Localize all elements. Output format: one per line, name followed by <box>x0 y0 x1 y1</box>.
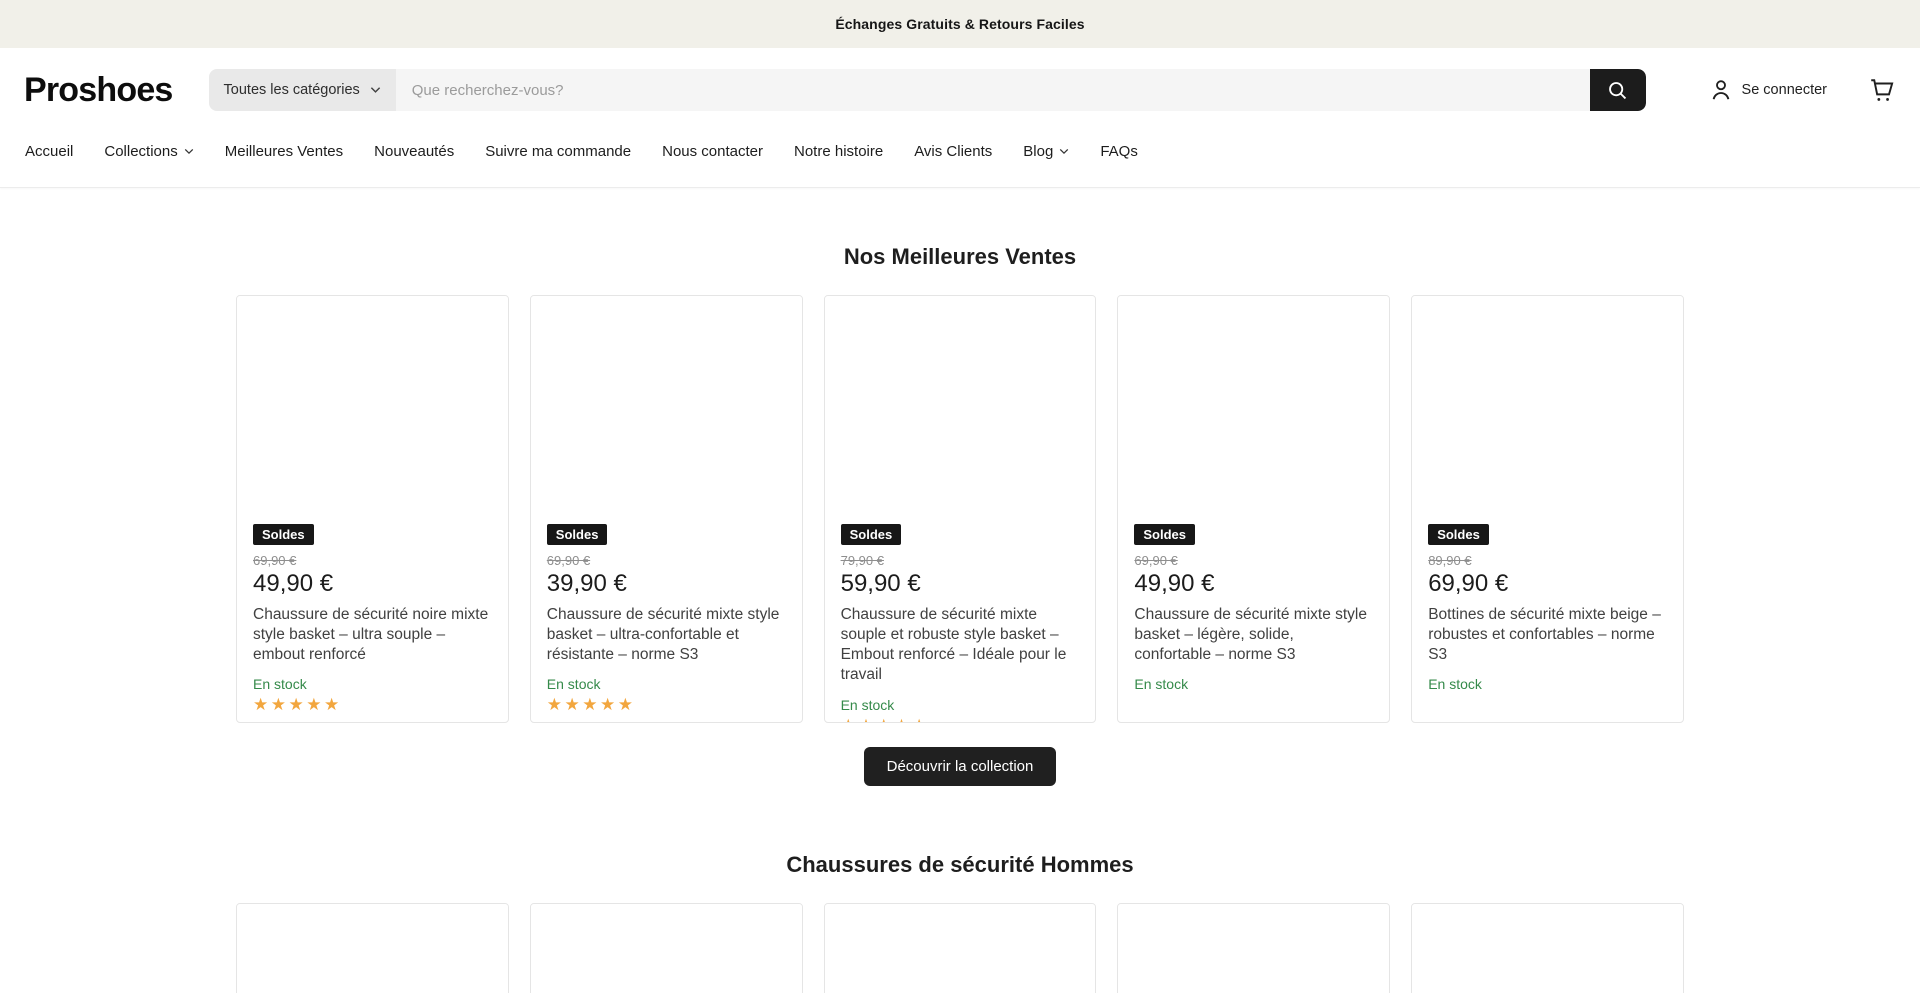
price: 59,90 € <box>841 570 1080 598</box>
collection-button-row: Découvrir la collection <box>0 747 1920 786</box>
nav-item-label: Avis Clients <box>914 143 992 160</box>
product-image <box>531 296 802 524</box>
product-image <box>237 904 508 993</box>
price: 49,90 € <box>253 570 492 598</box>
stock-status: En stock <box>1428 676 1667 692</box>
logo[interactable]: Proshoes <box>24 71 173 110</box>
product-card-body: Soldes 69,90 € 49,90 € Chaussure de sécurit… <box>1118 524 1389 706</box>
chevron-down-icon <box>184 148 194 155</box>
section-title-best-sellers: Nos Meilleures Ventes <box>0 244 1920 270</box>
old-price: 89,90 € <box>1428 553 1667 568</box>
nav-item-avis-clients[interactable]: Avis Clients <box>914 143 992 160</box>
product-card[interactable] <box>530 903 803 993</box>
product-card[interactable] <box>1411 903 1684 993</box>
product-image <box>825 296 1096 524</box>
nav-item-label: Nouveautés <box>374 143 454 160</box>
product-card-body: Soldes 69,90 € 39,90 € Chaussure de sécurit… <box>531 524 802 723</box>
sale-badge: Soldes <box>253 524 314 545</box>
men-shoes-grid <box>236 903 1684 993</box>
stock-status: En stock <box>841 697 1080 713</box>
product-card[interactable]: Soldes 89,90 € 69,90 € Bottines de sécurité… <box>1411 295 1684 723</box>
product-card[interactable]: Soldes 69,90 € 49,90 € Chaussure de sécurit… <box>236 295 509 723</box>
product-card[interactable]: Soldes 69,90 € 49,90 € Chaussure de sécurit… <box>1117 295 1390 723</box>
cart-button[interactable] <box>1867 76 1896 105</box>
sale-badge: Soldes <box>841 524 902 545</box>
nav-item-nouveaut-s[interactable]: Nouveautés <box>374 143 454 160</box>
nav-item-label: Accueil <box>25 143 73 160</box>
nav-item-collections[interactable]: Collections <box>104 143 193 160</box>
nav-item-label: Blog <box>1023 143 1053 160</box>
nav-item-meilleures-ventes[interactable]: Meilleures Ventes <box>225 143 343 160</box>
old-price: 69,90 € <box>1134 553 1373 568</box>
discover-collection-button[interactable]: Découvrir la collection <box>864 747 1057 786</box>
search-input[interactable] <box>396 69 1590 111</box>
price: 49,90 € <box>1134 570 1373 598</box>
product-image <box>1412 296 1683 524</box>
sale-badge: Soldes <box>1428 524 1489 545</box>
chevron-down-icon <box>370 86 381 94</box>
product-image <box>1118 904 1389 993</box>
product-title[interactable]: Chaussure de sécurité noire mixte style … <box>253 605 492 665</box>
sale-badge: Soldes <box>1134 524 1195 545</box>
nav-item-label: Suivre ma commande <box>485 143 631 160</box>
stock-status: En stock <box>547 676 786 692</box>
search-icon <box>1606 79 1629 102</box>
nav-item-notre-histoire[interactable]: Notre histoire <box>794 143 883 160</box>
product-title[interactable]: Chaussure de sécurité mixte souple et ro… <box>841 605 1080 686</box>
product-card[interactable] <box>1117 903 1390 993</box>
star-rating: ★★★★★ <box>253 695 492 715</box>
stock-status: En stock <box>253 676 492 692</box>
nav-item-faqs[interactable]: FAQs <box>1100 143 1138 160</box>
nav-item-label: FAQs <box>1100 143 1138 160</box>
nav-item-label: Notre histoire <box>794 143 883 160</box>
product-card[interactable]: Soldes 79,90 € 59,90 € Chaussure de sécurit… <box>824 295 1097 723</box>
product-image <box>1118 296 1389 524</box>
category-select-label: Toutes les catégories <box>224 82 360 98</box>
nav-item-nous-contacter[interactable]: Nous contacter <box>662 143 763 160</box>
stock-status: En stock <box>1134 676 1373 692</box>
chevron-down-icon <box>1059 148 1069 155</box>
login-link[interactable]: Se connecter <box>1708 77 1827 103</box>
sale-badge: Soldes <box>547 524 608 545</box>
section-title-men-shoes: Chaussures de sécurité Hommes <box>0 852 1920 878</box>
announcement-bar: Échanges Gratuits & Retours Faciles <box>0 0 1920 48</box>
search-button[interactable] <box>1590 69 1646 111</box>
category-select[interactable]: Toutes les catégories <box>209 69 396 111</box>
nav-item-label: Nous contacter <box>662 143 763 160</box>
product-card-body: Soldes 89,90 € 69,90 € Bottines de sécurité… <box>1412 524 1683 706</box>
nav-item-label: Collections <box>104 143 177 160</box>
nav-item-suivre-ma-commande[interactable]: Suivre ma commande <box>485 143 631 160</box>
product-card[interactable] <box>236 903 509 993</box>
price: 39,90 € <box>547 570 786 598</box>
login-label: Se connecter <box>1742 82 1827 98</box>
product-image <box>531 904 802 993</box>
cart-icon <box>1867 76 1896 105</box>
announcement-text: Échanges Gratuits & Retours Faciles <box>835 16 1084 32</box>
product-image <box>1412 904 1683 993</box>
product-card[interactable] <box>824 903 1097 993</box>
nav-item-blog[interactable]: Blog <box>1023 143 1069 160</box>
product-title[interactable]: Chaussure de sécurité mixte style basket… <box>1134 605 1373 665</box>
nav-item-accueil[interactable]: Accueil <box>25 143 73 160</box>
star-rating: ★★★★★ <box>841 716 1080 723</box>
price: 69,90 € <box>1428 570 1667 598</box>
header: Proshoes Toutes les catégories Se connec… <box>0 48 1920 132</box>
user-icon <box>1708 77 1734 103</box>
product-image <box>825 904 1096 993</box>
old-price: 69,90 € <box>547 553 786 568</box>
best-sellers-grid: Soldes 69,90 € 49,90 € Chaussure de sécurit… <box>236 295 1684 723</box>
nav-item-label: Meilleures Ventes <box>225 143 343 160</box>
search-bar: Toutes les catégories <box>209 69 1646 111</box>
product-card-body: Soldes 79,90 € 59,90 € Chaussure de sécurit… <box>825 524 1096 723</box>
main-nav: Accueil Collections Meilleures Ventes Nouve… <box>0 132 1920 188</box>
product-image <box>237 296 508 524</box>
old-price: 69,90 € <box>253 553 492 568</box>
product-card[interactable]: Soldes 69,90 € 39,90 € Chaussure de sécurit… <box>530 295 803 723</box>
product-card-body: Soldes 69,90 € 49,90 € Chaussure de sécurit… <box>237 524 508 723</box>
old-price: 79,90 € <box>841 553 1080 568</box>
product-title[interactable]: Bottines de sécurité mixte beige – robus… <box>1428 605 1667 665</box>
star-rating: ★★★★★ <box>547 695 786 715</box>
product-title[interactable]: Chaussure de sécurité mixte style basket… <box>547 605 786 665</box>
